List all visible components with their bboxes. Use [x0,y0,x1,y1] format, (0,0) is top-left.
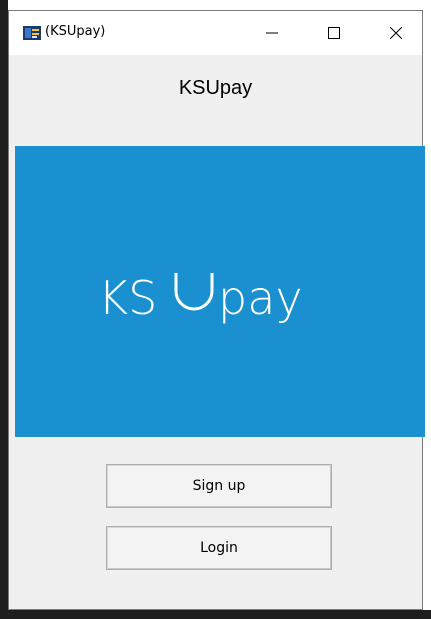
title-bar[interactable]: (KSUpay) [9,11,422,55]
signup-button[interactable]: Sign up [106,464,332,508]
minimize-icon [266,24,278,43]
maximize-icon [328,24,340,43]
close-icon [389,24,403,43]
close-button[interactable] [373,11,419,55]
app-window: (KSUpay) KSUpay KS pay Sign up Login [8,10,425,610]
login-button[interactable]: Login [106,526,332,570]
logo-banner: KS pay [15,146,425,437]
logo-text-right: pay [218,271,303,325]
logo-text-left: KS [98,271,157,325]
app-icon [23,25,41,40]
maximize-button[interactable] [311,11,357,55]
window-title: (KSUpay) [45,24,106,39]
page-title: KSUpay [178,77,253,99]
ksupay-logo: KS pay [98,271,303,325]
desktop-edge-bottom [0,610,431,619]
minimize-button[interactable] [249,11,295,55]
logo-u-mark [174,273,214,311]
desktop-edge-left [0,0,8,619]
